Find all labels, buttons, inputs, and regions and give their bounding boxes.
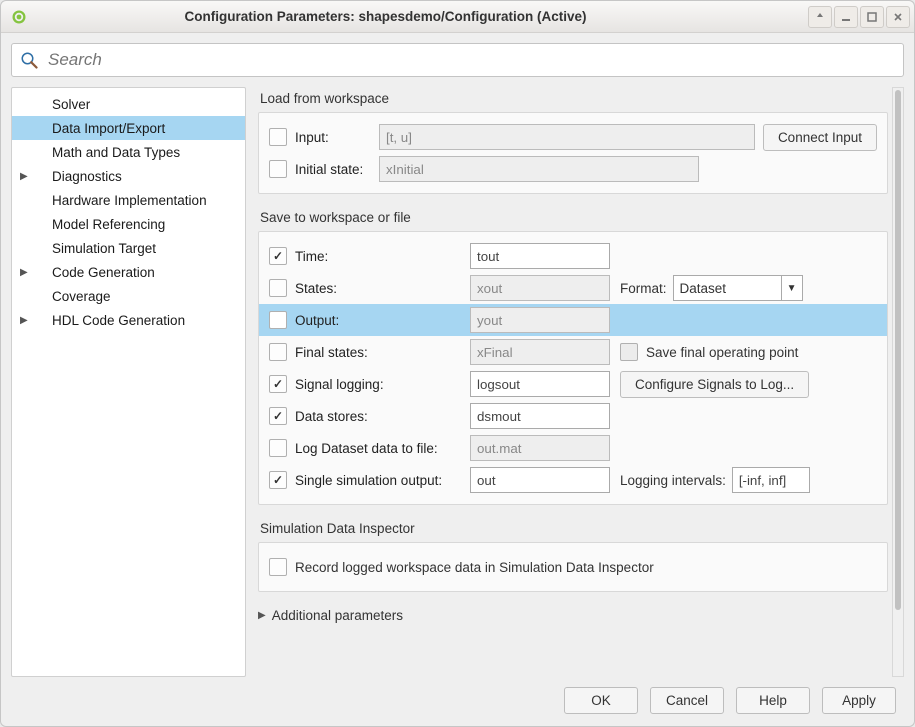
sidebar-item-solver[interactable]: Solver bbox=[12, 92, 245, 116]
chevron-down-icon[interactable]: ▼ bbox=[781, 276, 802, 300]
save-group: Time: States: Format: Dataset bbox=[258, 231, 888, 505]
sidebar-item-model-referencing[interactable]: Model Referencing bbox=[12, 212, 245, 236]
save-section-title: Save to workspace or file bbox=[260, 210, 888, 225]
apply-button[interactable]: Apply bbox=[822, 687, 896, 714]
signal-logging-label: Signal logging: bbox=[295, 377, 470, 392]
output-label: Output: bbox=[295, 313, 470, 328]
additional-parameters-label: Additional parameters bbox=[272, 608, 403, 623]
output-field[interactable] bbox=[470, 307, 610, 333]
ok-button[interactable]: OK bbox=[564, 687, 638, 714]
chevron-expand-icon[interactable]: ▶ bbox=[20, 267, 28, 278]
sidebar-item-label: Data Import/Export bbox=[52, 121, 165, 136]
data-stores-label: Data stores: bbox=[295, 409, 470, 424]
log-dataset-file-label: Log Dataset data to file: bbox=[295, 441, 470, 456]
scrollbar-thumb[interactable] bbox=[895, 90, 901, 610]
final-states-label: Final states: bbox=[295, 345, 470, 360]
close-button[interactable] bbox=[886, 6, 910, 28]
chevron-expand-icon: ▶ bbox=[258, 610, 266, 621]
sidebar: Solver Data Import/Export Math and Data … bbox=[11, 87, 246, 677]
signal-logging-field[interactable] bbox=[470, 371, 610, 397]
sdi-group: Record logged workspace data in Simulati… bbox=[258, 542, 888, 592]
format-value: Dataset bbox=[674, 281, 781, 296]
time-checkbox[interactable] bbox=[269, 247, 287, 265]
help-button[interactable]: Help bbox=[736, 687, 810, 714]
save-final-op-point-label: Save final operating point bbox=[646, 345, 798, 360]
initial-state-label: Initial state: bbox=[295, 162, 379, 177]
configure-signals-button[interactable]: Configure Signals to Log... bbox=[620, 371, 809, 398]
sidebar-item-hardware-implementation[interactable]: Hardware Implementation bbox=[12, 188, 245, 212]
additional-parameters-toggle[interactable]: ▶ Additional parameters bbox=[258, 608, 888, 623]
sidebar-item-data-import-export[interactable]: Data Import/Export bbox=[12, 116, 245, 140]
keep-above-button[interactable] bbox=[808, 6, 832, 28]
sidebar-item-label: Coverage bbox=[52, 289, 111, 304]
chevron-expand-icon[interactable]: ▶ bbox=[20, 315, 28, 326]
single-sim-output-field[interactable] bbox=[470, 467, 610, 493]
initial-state-field[interactable] bbox=[379, 156, 699, 182]
settings-pane: Load from workspace Input: Connect Input… bbox=[258, 87, 892, 677]
sidebar-item-label: HDL Code Generation bbox=[52, 313, 185, 328]
format-label: Format: bbox=[620, 281, 667, 296]
cancel-button[interactable]: Cancel bbox=[650, 687, 724, 714]
input-checkbox[interactable] bbox=[269, 128, 287, 146]
sidebar-item-diagnostics[interactable]: ▶ Diagnostics bbox=[12, 164, 245, 188]
states-checkbox[interactable] bbox=[269, 279, 287, 297]
sidebar-item-simulation-target[interactable]: Simulation Target bbox=[12, 236, 245, 260]
sidebar-item-code-generation[interactable]: ▶ Code Generation bbox=[12, 260, 245, 284]
sidebar-item-label: Solver bbox=[52, 97, 90, 112]
record-sdi-checkbox[interactable] bbox=[269, 558, 287, 576]
sidebar-item-label: Simulation Target bbox=[52, 241, 156, 256]
titlebar: Configuration Parameters: shapesdemo/Con… bbox=[1, 1, 914, 33]
input-field[interactable] bbox=[379, 124, 755, 150]
data-stores-checkbox[interactable] bbox=[269, 407, 287, 425]
save-final-op-point-checkbox bbox=[620, 343, 638, 361]
single-sim-output-label: Single simulation output: bbox=[295, 473, 470, 488]
connect-input-button[interactable]: Connect Input bbox=[763, 124, 877, 151]
search-icon bbox=[20, 51, 38, 69]
sidebar-item-label: Diagnostics bbox=[52, 169, 122, 184]
maximize-button[interactable] bbox=[860, 6, 884, 28]
states-field[interactable] bbox=[470, 275, 610, 301]
logging-intervals-label: Logging intervals: bbox=[620, 473, 726, 488]
load-section-title: Load from workspace bbox=[260, 91, 888, 106]
window-title: Configuration Parameters: shapesdemo/Con… bbox=[0, 9, 806, 24]
initial-state-checkbox[interactable] bbox=[269, 160, 287, 178]
sidebar-item-label: Code Generation bbox=[52, 265, 155, 280]
chevron-expand-icon[interactable]: ▶ bbox=[20, 171, 28, 182]
vertical-scrollbar[interactable] bbox=[892, 87, 904, 677]
sidebar-item-math-data-types[interactable]: Math and Data Types bbox=[12, 140, 245, 164]
dialog-footer: OK Cancel Help Apply bbox=[11, 677, 904, 720]
data-stores-field[interactable] bbox=[470, 403, 610, 429]
record-sdi-label: Record logged workspace data in Simulati… bbox=[295, 560, 654, 575]
logging-intervals-field[interactable] bbox=[732, 467, 810, 493]
sdi-section-title: Simulation Data Inspector bbox=[260, 521, 888, 536]
format-select[interactable]: Dataset ▼ bbox=[673, 275, 803, 301]
sidebar-item-hdl-code-generation[interactable]: ▶ HDL Code Generation bbox=[12, 308, 245, 332]
input-label: Input: bbox=[295, 130, 379, 145]
minimize-button[interactable] bbox=[834, 6, 858, 28]
time-field[interactable] bbox=[470, 243, 610, 269]
search-bar[interactable] bbox=[11, 43, 904, 77]
final-states-checkbox[interactable] bbox=[269, 343, 287, 361]
output-checkbox[interactable] bbox=[269, 311, 287, 329]
log-dataset-file-field[interactable] bbox=[470, 435, 610, 461]
sidebar-item-coverage[interactable]: Coverage bbox=[12, 284, 245, 308]
single-sim-output-checkbox[interactable] bbox=[269, 471, 287, 489]
sidebar-item-label: Hardware Implementation bbox=[52, 193, 207, 208]
search-input[interactable] bbox=[46, 49, 895, 71]
states-label: States: bbox=[295, 281, 470, 296]
load-group: Input: Connect Input Initial state: bbox=[258, 112, 888, 194]
window: Configuration Parameters: shapesdemo/Con… bbox=[0, 0, 915, 727]
signal-logging-checkbox[interactable] bbox=[269, 375, 287, 393]
log-dataset-file-checkbox[interactable] bbox=[269, 439, 287, 457]
sidebar-item-label: Math and Data Types bbox=[52, 145, 180, 160]
sidebar-item-label: Model Referencing bbox=[52, 217, 165, 232]
time-label: Time: bbox=[295, 249, 470, 264]
final-states-field[interactable] bbox=[470, 339, 610, 365]
